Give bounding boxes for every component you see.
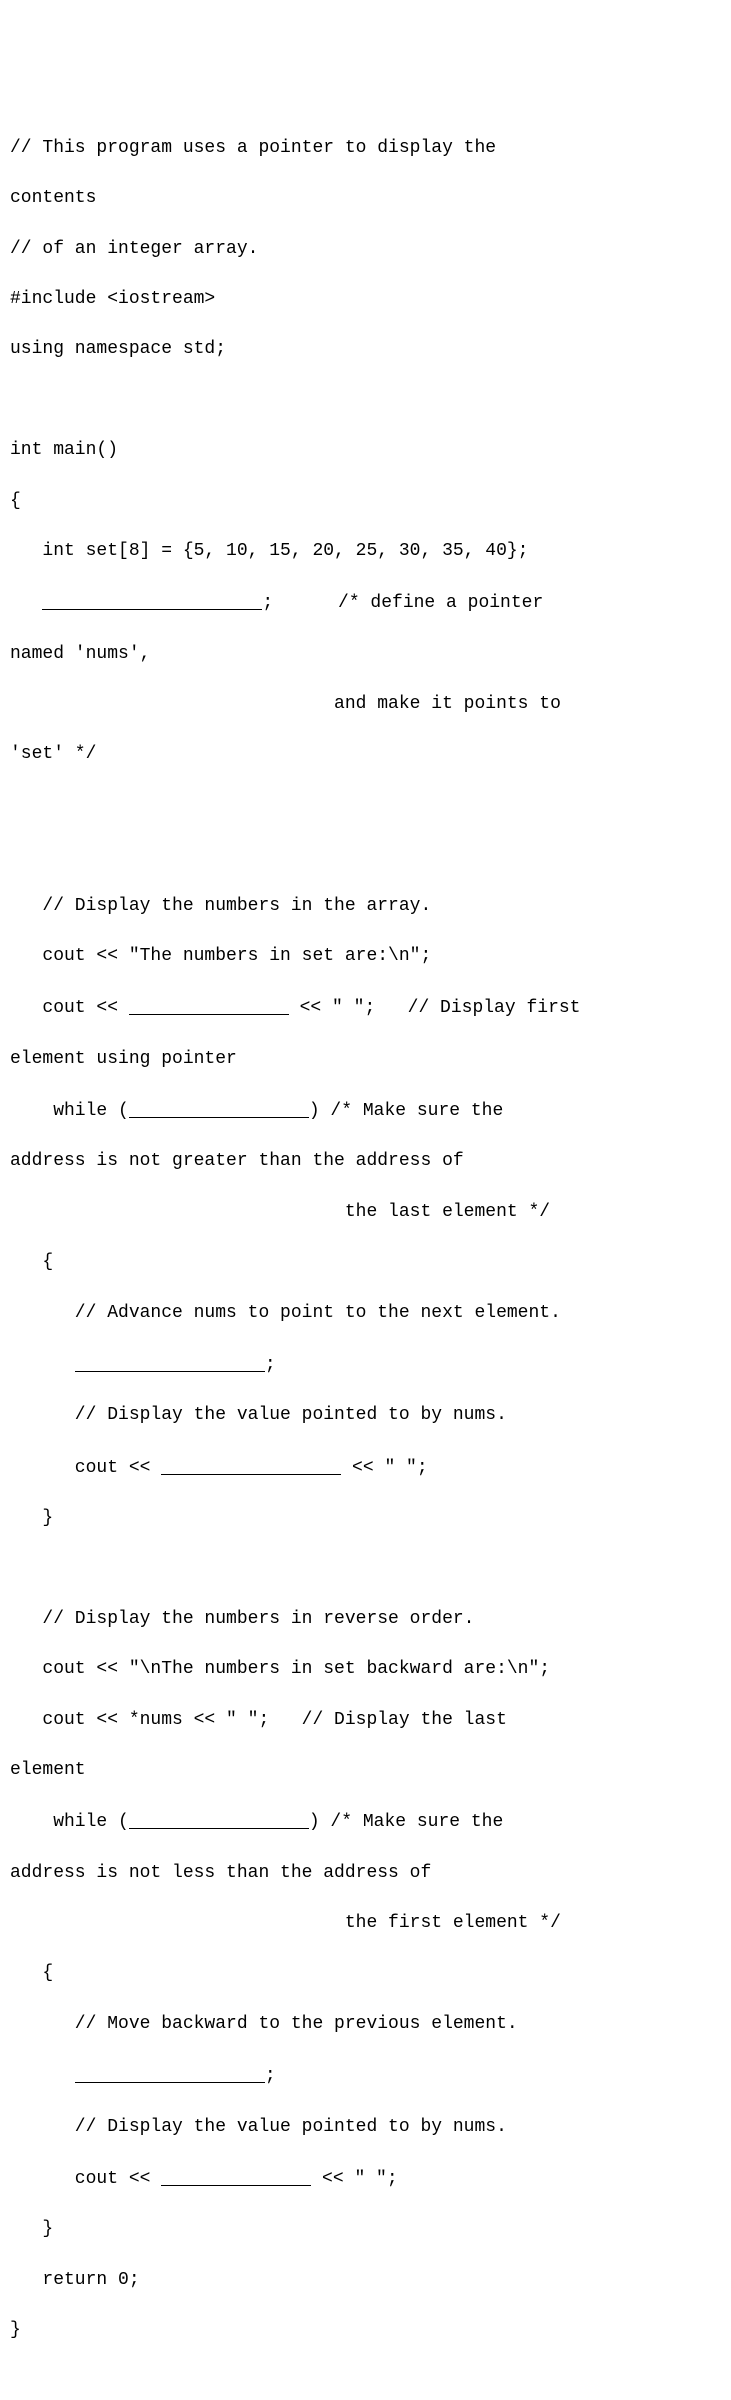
code-line: // Display the value pointed to by nums. bbox=[10, 1403, 721, 1428]
code-text: cout << bbox=[10, 998, 129, 1018]
code-text: << " "; bbox=[341, 1458, 427, 1478]
code-line: // Move backward to the previous element… bbox=[10, 2012, 721, 2037]
code-line: cout << "The numbers in set are:\n"; bbox=[10, 944, 721, 969]
code-line: int set[8] = {5, 10, 15, 20, 25, 30, 35,… bbox=[10, 539, 721, 564]
code-block: // This program uses a pointer to displa… bbox=[10, 111, 721, 2369]
code-text: while ( bbox=[10, 1812, 129, 1832]
code-line: // of an integer array. bbox=[10, 237, 721, 262]
code-line: cout << << " "; bbox=[10, 1454, 721, 1481]
code-line: the last element */ bbox=[10, 1200, 721, 1225]
code-line: } bbox=[10, 2318, 721, 2343]
code-text: cout << bbox=[10, 1458, 161, 1478]
code-line bbox=[10, 793, 721, 818]
code-line: ; bbox=[10, 2062, 721, 2089]
code-line: #include <iostream> bbox=[10, 287, 721, 312]
code-text: << " "; bbox=[311, 2169, 397, 2189]
code-text bbox=[10, 1355, 75, 1375]
code-text bbox=[10, 593, 42, 613]
code-text: cout << bbox=[10, 2169, 161, 2189]
code-text bbox=[10, 2066, 75, 2086]
code-line: int main() bbox=[10, 438, 721, 463]
code-line: element using pointer bbox=[10, 1047, 721, 1072]
code-line: ; /* define a pointer bbox=[10, 589, 721, 616]
code-text: ) /* Make sure the bbox=[309, 1812, 503, 1832]
fill-in-blank[interactable] bbox=[161, 2168, 311, 2186]
code-line: return 0; bbox=[10, 2268, 721, 2293]
fill-in-blank[interactable] bbox=[129, 1811, 309, 1829]
code-line: using namespace std; bbox=[10, 337, 721, 362]
code-line: cout << *nums << " "; // Display the las… bbox=[10, 1708, 721, 1733]
code-line: address is not less than the address of bbox=[10, 1861, 721, 1886]
code-line: // Advance nums to point to the next ele… bbox=[10, 1301, 721, 1326]
code-line: cout << "\nThe numbers in set backward a… bbox=[10, 1657, 721, 1682]
fill-in-blank[interactable] bbox=[42, 592, 262, 610]
fill-in-blank[interactable] bbox=[75, 2065, 265, 2083]
code-text: ; bbox=[265, 2066, 276, 2086]
code-line: named 'nums', bbox=[10, 642, 721, 667]
code-line: // Display the value pointed to by nums. bbox=[10, 2115, 721, 2140]
code-text: ; bbox=[265, 1355, 276, 1375]
code-line: the first element */ bbox=[10, 1911, 721, 1936]
fill-in-blank[interactable] bbox=[75, 1354, 265, 1372]
code-line: cout << << " "; // Display first bbox=[10, 994, 721, 1021]
fill-in-blank[interactable] bbox=[129, 1100, 309, 1118]
code-text: << " "; // Display first bbox=[289, 998, 581, 1018]
fill-in-blank[interactable] bbox=[161, 1457, 341, 1475]
code-line: } bbox=[10, 1506, 721, 1531]
code-line bbox=[10, 843, 721, 868]
code-line: { bbox=[10, 1250, 721, 1275]
code-line: and make it points to bbox=[10, 692, 721, 717]
code-line: while ( ) /* Make sure the bbox=[10, 1097, 721, 1124]
code-text: ; /* define a pointer bbox=[262, 593, 543, 613]
code-line: cout << << " "; bbox=[10, 2165, 721, 2192]
code-line: // Display the numbers in reverse order. bbox=[10, 1607, 721, 1632]
code-line: // Display the numbers in the array. bbox=[10, 894, 721, 919]
code-line: address is not greater than the address … bbox=[10, 1149, 721, 1174]
code-line: { bbox=[10, 1961, 721, 1986]
code-line: ; bbox=[10, 1351, 721, 1378]
code-line bbox=[10, 388, 721, 413]
fill-in-blank[interactable] bbox=[129, 997, 289, 1015]
code-line: contents bbox=[10, 186, 721, 211]
code-line: { bbox=[10, 489, 721, 514]
code-line: 'set' */ bbox=[10, 742, 721, 767]
code-line: } bbox=[10, 2217, 721, 2242]
code-line: element bbox=[10, 1758, 721, 1783]
code-line: while ( ) /* Make sure the bbox=[10, 1808, 721, 1835]
code-line bbox=[10, 1556, 721, 1581]
code-line: // This program uses a pointer to displa… bbox=[10, 136, 721, 161]
code-text: ) /* Make sure the bbox=[309, 1101, 503, 1121]
code-text: while ( bbox=[10, 1101, 129, 1121]
